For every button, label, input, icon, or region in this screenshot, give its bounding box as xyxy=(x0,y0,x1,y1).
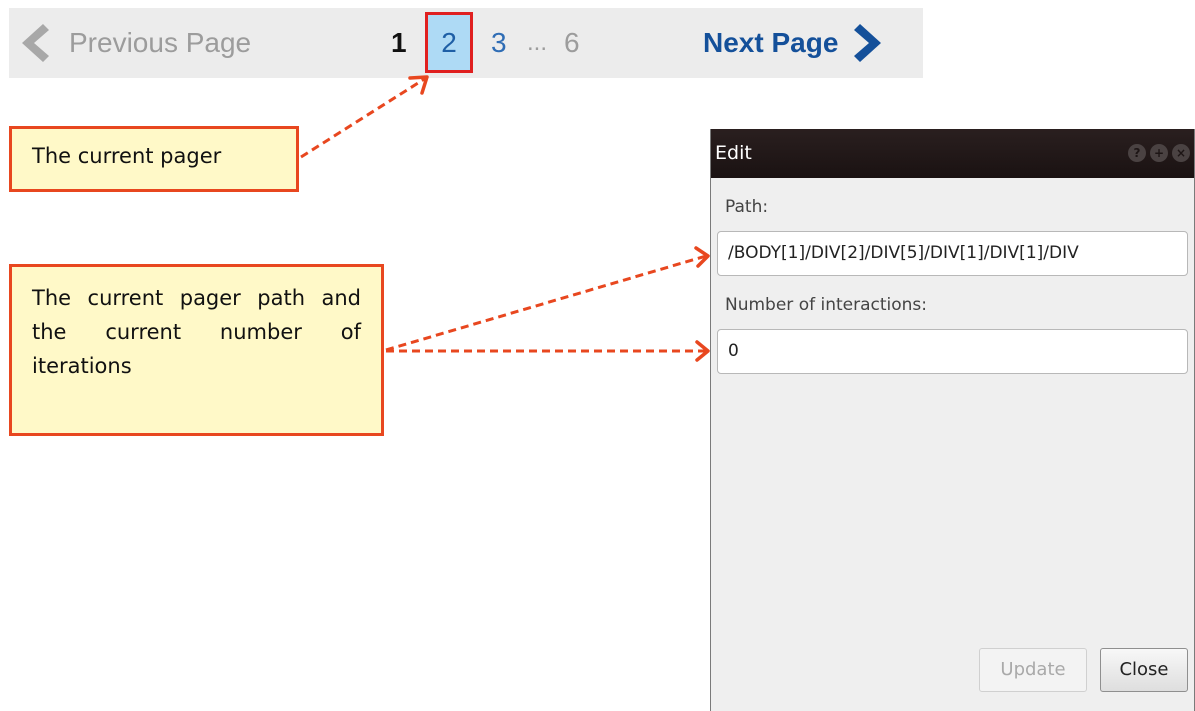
page-number-current: 1 xyxy=(391,27,407,58)
number-of-interactions-field[interactable]: 0 xyxy=(717,329,1188,374)
chevron-right-icon xyxy=(854,24,882,62)
page-number-selected[interactable]: 2 xyxy=(425,12,473,73)
arrow-to-path xyxy=(385,254,707,352)
callout-current-pager: The current pager xyxy=(9,126,299,192)
page-number-last[interactable]: 6 xyxy=(564,8,580,78)
help-icon[interactable]: ? xyxy=(1128,144,1146,162)
arrowhead-path xyxy=(694,246,710,268)
dialog-titlebar[interactable]: Edit ? + × xyxy=(711,129,1194,178)
previous-page-label: Previous Page xyxy=(69,27,252,58)
arrow-to-pager xyxy=(300,76,427,159)
plus-icon[interactable]: + xyxy=(1150,144,1168,162)
next-page-link[interactable]: Next Page xyxy=(703,8,884,78)
close-icon[interactable]: × xyxy=(1172,144,1190,162)
path-label: Path: xyxy=(725,197,769,217)
close-button[interactable]: Close xyxy=(1100,648,1188,692)
callout-pager-path: The current pager path and the current n… xyxy=(9,264,384,436)
edit-dialog: Edit ? + × Path: /BODY[1]/DIV[2]/DIV[5]/… xyxy=(710,129,1195,711)
pager-bar: Previous Page 1 2 3 ... 6 Next Page xyxy=(9,8,923,78)
number-of-interactions-label: Number of interactions: xyxy=(725,295,928,315)
path-field[interactable]: /BODY[1]/DIV[2]/DIV[5]/DIV[1]/DIV[1]/DIV xyxy=(717,231,1188,276)
chevron-left-icon xyxy=(22,24,49,62)
update-button[interactable]: Update xyxy=(979,648,1087,692)
previous-page-link[interactable]: Previous Page xyxy=(19,8,251,78)
next-page-label: Next Page xyxy=(703,27,839,58)
arrowhead-pager xyxy=(408,75,429,95)
titlebar-icons: ? + × xyxy=(1128,144,1190,162)
dialog-title: Edit xyxy=(715,142,752,164)
page-number-3[interactable]: 3 xyxy=(491,8,507,78)
arrowhead-number xyxy=(695,340,710,362)
page-ellipsis: ... xyxy=(527,29,548,56)
